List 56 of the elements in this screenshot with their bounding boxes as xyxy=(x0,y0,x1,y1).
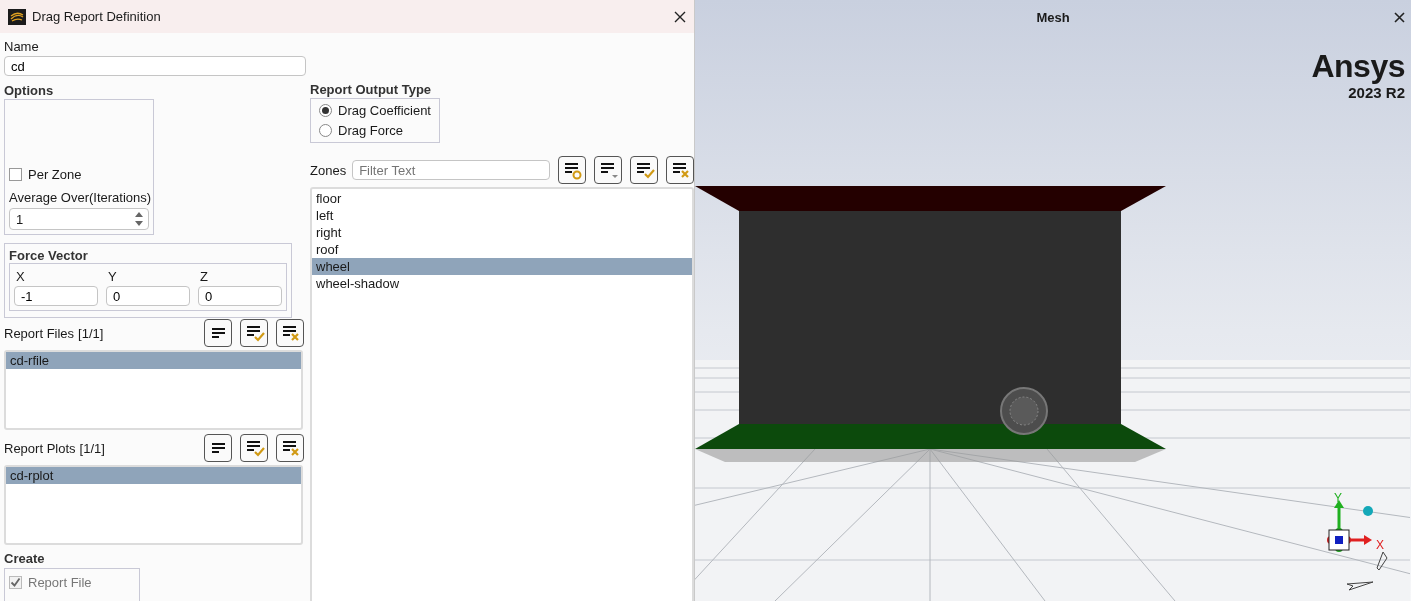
deselect-all-button[interactable] xyxy=(666,156,694,184)
section-title: Force Vector xyxy=(9,248,89,263)
brand-logo: Ansys xyxy=(1311,48,1405,84)
field-label: Y xyxy=(107,268,118,284)
select-all-button[interactable] xyxy=(630,156,659,184)
checkbox-label: Per Zone xyxy=(28,167,82,182)
vector-field[interactable]: 0 xyxy=(198,286,282,306)
deselect-all-button[interactable] xyxy=(276,319,304,347)
select-all-button[interactable] xyxy=(240,434,268,462)
list-lines-icon xyxy=(210,442,226,454)
section-title: Options xyxy=(4,83,55,98)
average-spin-field[interactable]: 1 xyxy=(9,208,149,230)
list-item[interactable]: left xyxy=(312,207,693,224)
list-options-button[interactable] xyxy=(594,156,623,184)
list-item[interactable]: wheel-shadow xyxy=(312,275,693,292)
zones-label: Zones xyxy=(310,162,347,178)
field-label: X xyxy=(15,268,26,284)
list-item[interactable]: floor xyxy=(312,190,693,207)
list-item[interactable]: cd-rplot xyxy=(6,467,301,484)
list-item[interactable]: cd-rfile xyxy=(6,352,301,369)
field-label: Name xyxy=(4,38,40,54)
list-label: Report Files xyxy=(4,325,75,341)
checkbox[interactable] xyxy=(9,168,22,181)
vector-field[interactable]: 0 xyxy=(106,286,190,306)
axis-triad-drawing[interactable]: Y X xyxy=(1313,492,1395,596)
close-icon[interactable] xyxy=(674,10,686,23)
list-sort-button[interactable] xyxy=(204,319,232,347)
app-logo-icon xyxy=(8,8,26,25)
version-label: 2023 R2 xyxy=(1347,84,1405,101)
window-title: Drag Report Definition xyxy=(32,9,161,24)
list-item[interactable]: roof xyxy=(312,241,693,258)
section-title: Report Output Type xyxy=(310,82,433,97)
spin-arrows-icon[interactable] xyxy=(134,211,144,227)
list-sort-button[interactable] xyxy=(204,434,232,462)
field-label: Average Over(Iterations) xyxy=(9,190,149,205)
list-item[interactable]: wheel xyxy=(312,258,693,275)
close-icon[interactable] xyxy=(1394,12,1405,23)
filter-field[interactable]: Filter Text xyxy=(352,160,551,180)
deselect-all-button[interactable] xyxy=(276,434,304,462)
checkbox-label: Report File xyxy=(28,575,92,590)
section-title: Create xyxy=(4,551,46,566)
radio-button[interactable] xyxy=(319,124,332,137)
list-count: [1/1] xyxy=(78,325,104,341)
vector-field[interactable]: -1 xyxy=(14,286,98,306)
list-lines-icon xyxy=(210,327,226,339)
select-pattern-button[interactable] xyxy=(558,156,587,184)
select-all-button[interactable] xyxy=(240,319,268,347)
radio-label: Drag Force xyxy=(338,123,404,138)
name-field[interactable]: cd xyxy=(4,56,306,76)
radio-button[interactable] xyxy=(319,104,332,117)
radio-label: Drag Coefficient xyxy=(338,103,431,118)
viewport-title: Mesh xyxy=(1036,10,1070,25)
list-item[interactable]: right xyxy=(312,224,693,241)
field-label: Z xyxy=(199,268,209,284)
list-label: Report Plots xyxy=(4,440,76,456)
list-count: [1/1] xyxy=(79,440,105,456)
